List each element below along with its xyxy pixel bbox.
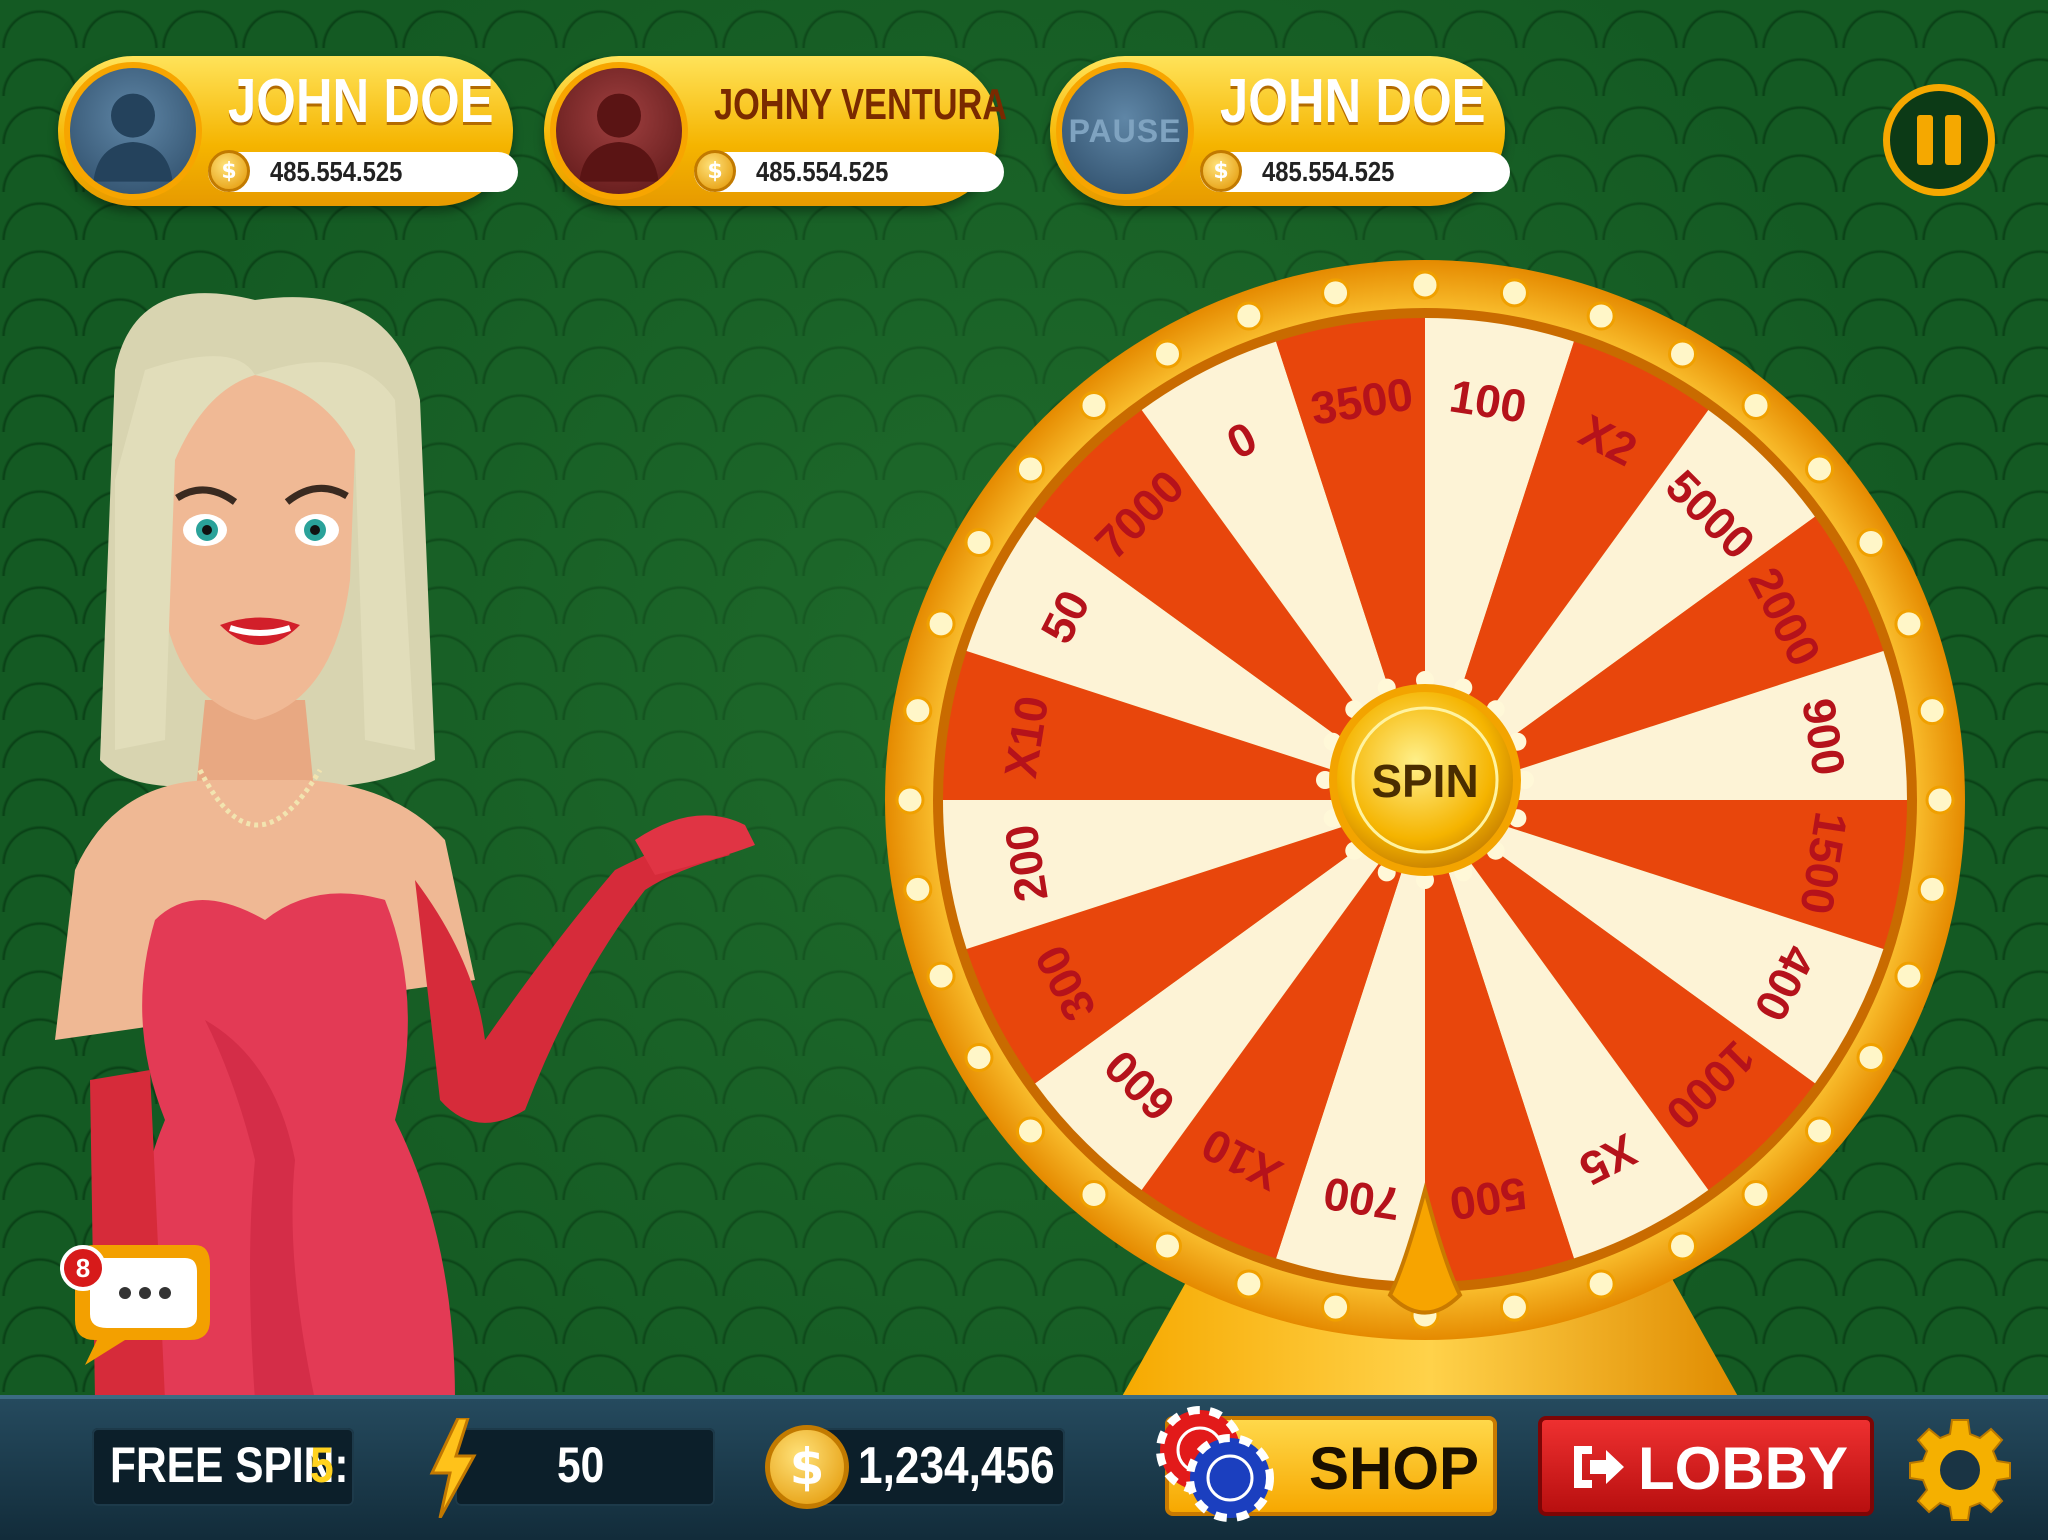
shop-label: SHOP bbox=[1309, 1435, 1480, 1502]
prize-wheel[interactable]: 100X25000200090015004001000X5500700X1060… bbox=[880, 255, 1970, 1345]
player-avatar bbox=[64, 62, 202, 200]
wheel-bulb bbox=[1153, 1231, 1182, 1261]
wheel-bulb bbox=[1153, 339, 1182, 369]
wheel-bulb bbox=[903, 874, 933, 904]
free-spin-panel: FREE SPIN: 5 bbox=[92, 1428, 354, 1506]
wheel-bulb bbox=[964, 1043, 994, 1072]
wheel-bulb bbox=[1586, 1269, 1616, 1299]
wheel-bulb bbox=[1917, 696, 1947, 726]
coin-icon: $ bbox=[208, 150, 250, 192]
wheel-bulb bbox=[964, 528, 994, 557]
user-silhouette-icon bbox=[579, 93, 659, 182]
wheel-bulb bbox=[1805, 1116, 1835, 1146]
lobby-button[interactable]: LOBBY bbox=[1538, 1416, 1874, 1516]
settings-button[interactable] bbox=[1908, 1418, 2012, 1522]
player-avatar bbox=[550, 62, 688, 200]
coin-value: 485.554.525 bbox=[270, 156, 403, 187]
poker-chips-icon bbox=[1156, 1406, 1274, 1522]
free-spin-count: 5 bbox=[310, 1437, 334, 1493]
coin-icon: $ bbox=[694, 150, 736, 192]
wheel-bulb bbox=[1015, 454, 1045, 484]
wheel-bulb bbox=[1499, 278, 1529, 308]
wheel-bulb bbox=[903, 696, 933, 726]
pause-button[interactable] bbox=[1883, 84, 1995, 196]
pause-icon bbox=[1945, 115, 1961, 165]
player-coins: $ 485.554.525 bbox=[694, 150, 1004, 192]
wheel-bulb bbox=[926, 961, 956, 991]
chat-badge: 8 bbox=[60, 1245, 106, 1291]
wheel-bulb bbox=[1856, 528, 1886, 557]
coin-value: 485.554.525 bbox=[1262, 156, 1395, 187]
wheel-bulb bbox=[1894, 961, 1924, 991]
wheel-bulb bbox=[1410, 270, 1440, 300]
chat-dots-icon bbox=[119, 1287, 131, 1299]
coin-icon: $ bbox=[765, 1425, 849, 1509]
player-name: JOHNY VENTURA bbox=[714, 80, 1008, 129]
wheel-bulb bbox=[1894, 609, 1924, 639]
coin-value: 485.554.525 bbox=[756, 156, 889, 187]
user-silhouette-icon bbox=[93, 93, 173, 182]
player-name: JOHN DOE bbox=[1220, 67, 1486, 136]
spin-label: SPIN bbox=[1371, 755, 1478, 807]
wheel-bulb bbox=[1079, 1180, 1109, 1210]
wheel-bulb bbox=[1321, 278, 1351, 308]
wheel-bulb bbox=[1234, 301, 1264, 331]
player-card-3[interactable]: PAUSE JOHN DOE $ 485.554.525 bbox=[1050, 56, 1510, 206]
exit-icon bbox=[1574, 1446, 1624, 1488]
wheel-bulb bbox=[1668, 339, 1697, 369]
wheel-bulb bbox=[1925, 785, 1955, 815]
pause-icon bbox=[1917, 115, 1933, 165]
wheel-bulb bbox=[1856, 1043, 1886, 1072]
wheel-bulb bbox=[1586, 301, 1616, 331]
player-coins: $ 485.554.525 bbox=[208, 150, 518, 192]
player-card-2[interactable]: JOHNY VENTURA $ 485.554.525 bbox=[544, 56, 1008, 206]
hostess-character bbox=[55, 293, 755, 1400]
wheel-bulb bbox=[1917, 874, 1947, 904]
player-card-1[interactable]: JOHN DOE $ 485.554.525 bbox=[58, 56, 518, 206]
energy-panel: 50 bbox=[455, 1428, 715, 1506]
balance-value: 1,234,456 bbox=[858, 1437, 1055, 1495]
energy-value: 50 bbox=[557, 1437, 605, 1493]
lobby-label: LOBBY bbox=[1638, 1435, 1848, 1502]
wheel-bulb bbox=[926, 609, 956, 639]
wheel-bulb bbox=[1015, 1116, 1045, 1146]
wheel-bulb bbox=[1499, 1292, 1529, 1322]
wheel-bulb bbox=[1741, 1180, 1771, 1210]
wheel-bulb bbox=[1321, 1292, 1351, 1322]
pause-label: PAUSE bbox=[1068, 112, 1182, 149]
wheel-bulb bbox=[1668, 1231, 1697, 1261]
wheel-bulb bbox=[895, 785, 925, 815]
coin-icon: $ bbox=[1200, 150, 1242, 192]
player-name: JOHN DOE bbox=[228, 67, 494, 136]
lightning-icon bbox=[429, 1418, 477, 1518]
wheel-bulb bbox=[1234, 1269, 1264, 1299]
wheel-bulb bbox=[1079, 390, 1109, 420]
player-coins: $ 485.554.525 bbox=[1200, 150, 1510, 192]
wheel-bulb bbox=[1741, 390, 1771, 420]
wheel-bulb bbox=[1805, 454, 1835, 484]
player-avatar-paused: PAUSE bbox=[1056, 62, 1194, 200]
